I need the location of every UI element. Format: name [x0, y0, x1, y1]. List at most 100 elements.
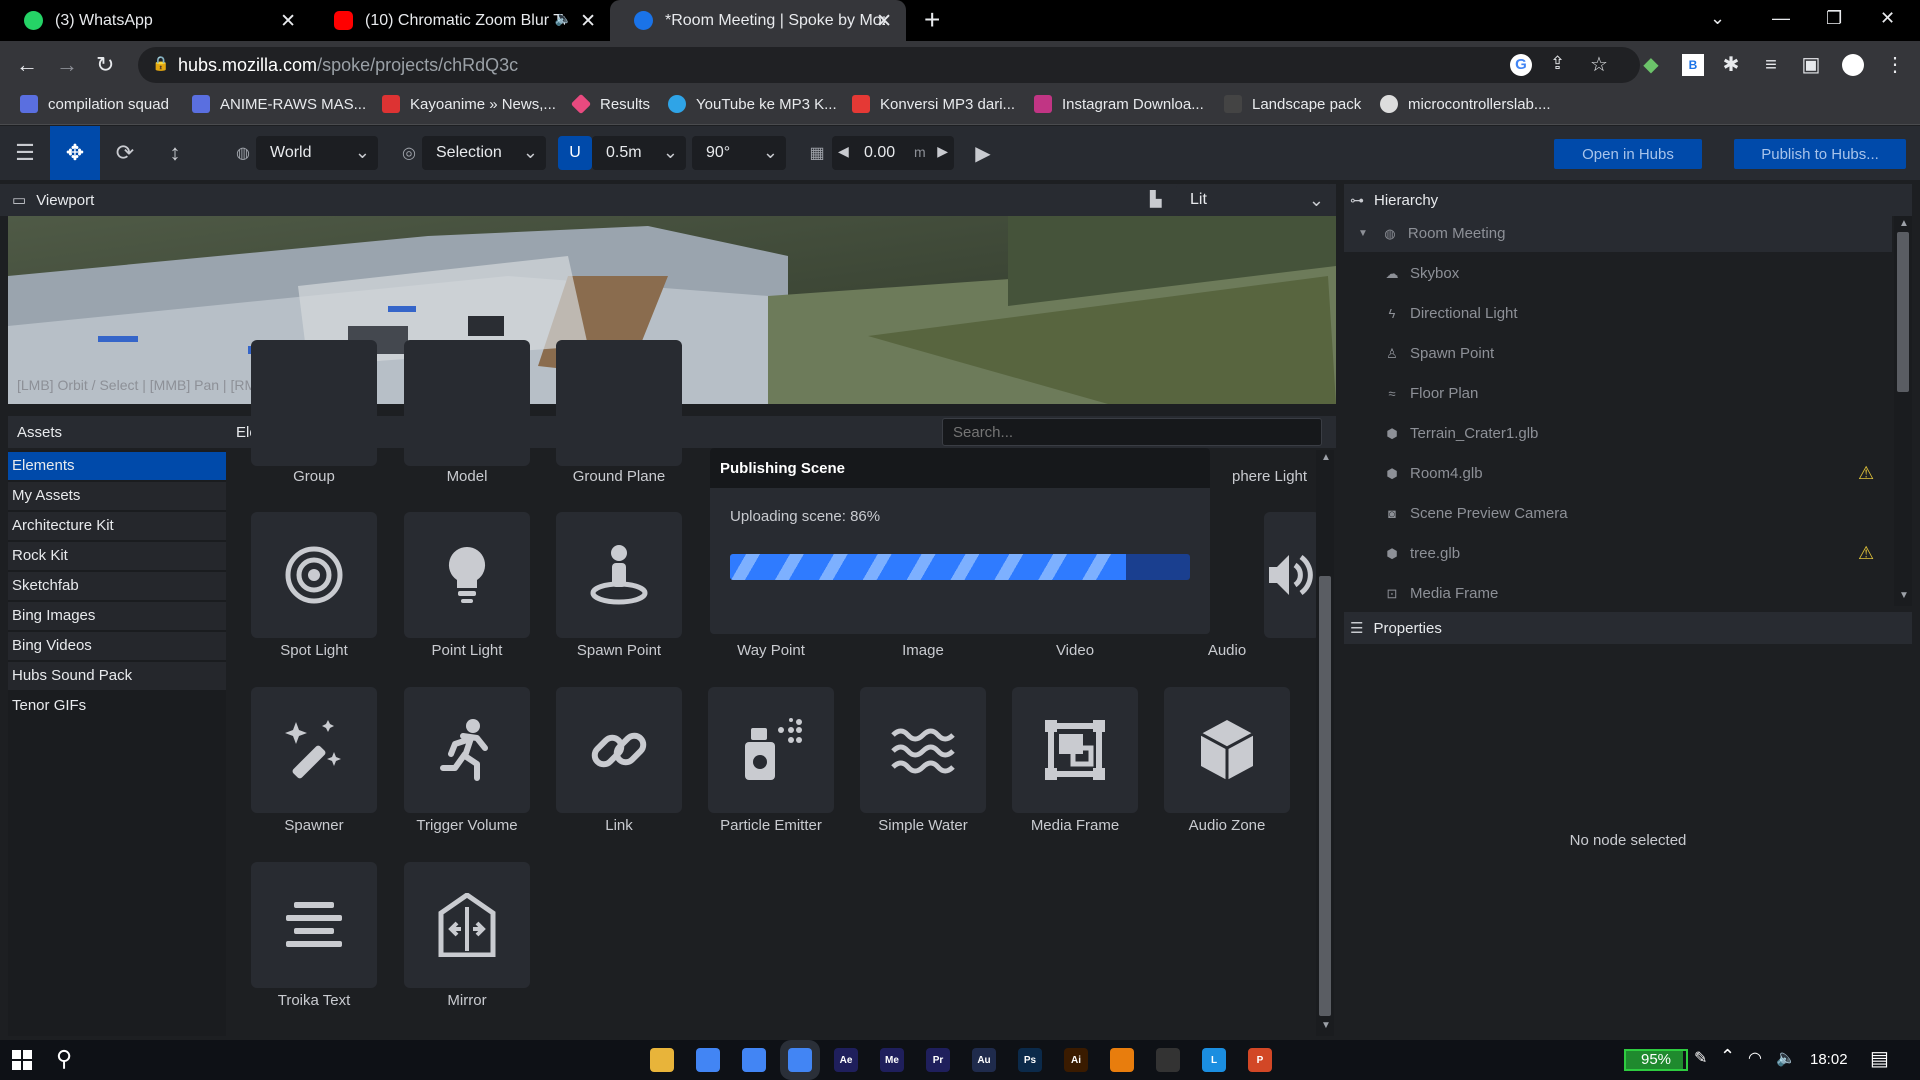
taskbar-app-icon[interactable]: [1156, 1048, 1180, 1072]
pivot-select[interactable]: Selection ⌄: [422, 136, 546, 170]
taskbar-app-icon[interactable]: Ae: [834, 1048, 858, 1072]
element-card-troika-text[interactable]: [251, 862, 377, 988]
hierarchy-item-spawn-point[interactable]: ♙ Spawn Point: [1384, 345, 1494, 362]
render-mode-select[interactable]: Lit ⌄: [1176, 184, 1332, 216]
clock[interactable]: 18:02: [1810, 1051, 1848, 1068]
element-card-audio-zone[interactable]: [1164, 687, 1290, 813]
hierarchy-item-directional-light[interactable]: ϟ Directional Light: [1384, 305, 1518, 322]
collapse-arrow-icon[interactable]: ▼: [1358, 228, 1368, 239]
reload-icon[interactable]: ↻: [96, 52, 114, 78]
asset-source-rock-kit[interactable]: Rock Kit: [8, 542, 226, 570]
asset-source-sketchfab[interactable]: Sketchfab: [8, 572, 226, 600]
snap-rotation-select[interactable]: 90° ⌄: [692, 136, 786, 170]
bookmark-item[interactable]: Kayoanime » News,...: [382, 95, 556, 113]
address-bar[interactable]: 🔒 hubs.mozilla.com/spoke/projects/chRdQ3…: [138, 47, 1640, 83]
increment-icon[interactable]: ▶: [937, 143, 948, 160]
windows-start-icon[interactable]: [12, 1050, 32, 1070]
asset-source-bing-images[interactable]: Bing Images: [8, 602, 226, 630]
hierarchy-item-room-meeting[interactable]: ▼ ◍ Room Meeting: [1358, 225, 1505, 242]
new-tab-button[interactable]: +: [924, 4, 940, 36]
puzzle-icon[interactable]: ✱: [1720, 54, 1742, 76]
scrollbar-thumb[interactable]: [1897, 232, 1909, 392]
warning-icon[interactable]: ⚠: [1858, 543, 1874, 564]
extension-icon[interactable]: ◆: [1640, 54, 1662, 76]
hamburger-menu-icon[interactable]: ☰: [0, 126, 50, 180]
taskbar-app-icon[interactable]: Ai: [1064, 1048, 1088, 1072]
taskbar-app-icon[interactable]: [742, 1048, 766, 1072]
elements-scrollbar[interactable]: ▲ ▼: [1316, 450, 1334, 1036]
stats-icon[interactable]: ▙: [1150, 190, 1162, 208]
tray-chevron-icon[interactable]: ⌃: [1720, 1046, 1735, 1067]
window-close-icon[interactable]: ✕: [1880, 8, 1895, 29]
taskbar-app-icon[interactable]: [650, 1048, 674, 1072]
decrement-icon[interactable]: ◀: [838, 143, 849, 160]
scrollbar-thumb[interactable]: [1319, 576, 1331, 1016]
bookmark-item[interactable]: microcontrollerslab....: [1380, 95, 1551, 113]
scroll-up-icon[interactable]: ▲: [1321, 452, 1331, 463]
element-card-simple-water[interactable]: [860, 687, 986, 813]
element-card-point-light[interactable]: [404, 512, 530, 638]
asset-source-bing-videos[interactable]: Bing Videos: [8, 632, 226, 660]
restore-icon[interactable]: ❐: [1826, 8, 1842, 29]
scroll-down-icon[interactable]: ▼: [1899, 590, 1909, 601]
snap-distance-select[interactable]: 0.5m ⌄: [592, 136, 686, 170]
menu-icon[interactable]: ⋮: [1884, 54, 1906, 76]
hierarchy-scrollbar[interactable]: ▲ ▼: [1894, 216, 1912, 606]
pen-icon[interactable]: ✎: [1694, 1048, 1707, 1068]
hierarchy-item-tree[interactable]: ⬢ tree.glb: [1384, 545, 1460, 562]
mute-icon[interactable]: 🔈: [555, 10, 572, 27]
profile-avatar[interactable]: [1842, 54, 1864, 76]
tab-search-icon[interactable]: ⌄: [1710, 8, 1725, 29]
taskbar-app-icon[interactable]: Au: [972, 1048, 996, 1072]
warning-icon[interactable]: ⚠: [1858, 463, 1874, 484]
media-queue-icon[interactable]: ≡: [1760, 54, 1782, 76]
element-card-audio[interactable]: [1264, 512, 1320, 638]
elements-search-input[interactable]: [942, 418, 1322, 446]
taskbar-app-icon[interactable]: [696, 1048, 720, 1072]
translate-tool-icon[interactable]: ✥: [50, 126, 100, 180]
element-card-particle-emitter[interactable]: [708, 687, 834, 813]
forward-icon[interactable]: →: [56, 52, 78, 78]
transform-space-select[interactable]: World ⌄: [256, 136, 378, 170]
tab-whatsapp[interactable]: (3) WhatsApp ✕: [0, 0, 310, 41]
element-card-link[interactable]: [556, 687, 682, 813]
asset-source-architecture-kit[interactable]: Architecture Kit: [8, 512, 226, 540]
bookmark-item[interactable]: compilation squad: [20, 95, 169, 113]
bookmark-item[interactable]: YouTube ke MP3 K...: [668, 95, 837, 113]
wifi-icon[interactable]: ◠: [1748, 1048, 1762, 1068]
element-card-mirror[interactable]: [404, 862, 530, 988]
bookmark-item[interactable]: Results: [570, 93, 650, 115]
volume-icon[interactable]: 🔈: [1776, 1048, 1796, 1068]
scroll-down-icon[interactable]: ▼: [1321, 1020, 1331, 1031]
share-icon[interactable]: ⇪: [1550, 53, 1565, 74]
element-card-spot-light[interactable]: [251, 512, 377, 638]
element-card-trigger-volume[interactable]: [404, 687, 530, 813]
asset-source-hubs-sound-pack[interactable]: Hubs Sound Pack: [8, 662, 226, 690]
close-tab-icon[interactable]: ✕: [280, 10, 296, 33]
close-tab-icon[interactable]: ✕: [580, 10, 596, 33]
minimize-icon[interactable]: —: [1772, 8, 1790, 29]
hierarchy-item-media-frame[interactable]: ⊡ Media Frame: [1384, 585, 1499, 602]
hierarchy-item-skybox[interactable]: ☁ Skybox: [1384, 265, 1460, 282]
element-card-model[interactable]: [404, 340, 530, 466]
battery-indicator[interactable]: 95%: [1624, 1049, 1688, 1071]
hierarchy-item-scene-preview-camera[interactable]: ◙ Scene Preview Camera: [1384, 505, 1568, 522]
taskbar-app-icon[interactable]: Pr: [926, 1048, 950, 1072]
taskbar-app-icon[interactable]: Me: [880, 1048, 904, 1072]
play-icon[interactable]: ▶: [966, 136, 1000, 170]
google-icon[interactable]: G: [1510, 54, 1532, 76]
rotate-tool-icon[interactable]: ⟳: [100, 126, 150, 180]
asset-source-my-assets[interactable]: My Assets: [8, 482, 226, 510]
scroll-up-icon[interactable]: ▲: [1899, 218, 1909, 229]
scale-tool-icon[interactable]: ↕: [150, 126, 200, 180]
hierarchy-item-terrain[interactable]: ⬢ Terrain_Crater1.glb: [1384, 425, 1538, 442]
close-tab-icon[interactable]: ✕: [876, 10, 892, 33]
notifications-icon[interactable]: ▤: [1870, 1046, 1889, 1071]
search-icon[interactable]: ⚲: [56, 1046, 72, 1072]
hierarchy-item-room4[interactable]: ⬢ Room4.glb: [1384, 465, 1482, 482]
sidepanel-icon[interactable]: ▣: [1800, 54, 1822, 76]
publish-to-hubs-button[interactable]: Publish to Hubs...: [1734, 139, 1906, 169]
extension-b-icon[interactable]: B: [1682, 54, 1704, 76]
tab-youtube[interactable]: (10) Chromatic Zoom Blur Tu 🔈 ✕: [310, 0, 610, 41]
tab-spoke[interactable]: *Room Meeting | Spoke by Mozil ✕: [610, 0, 906, 41]
